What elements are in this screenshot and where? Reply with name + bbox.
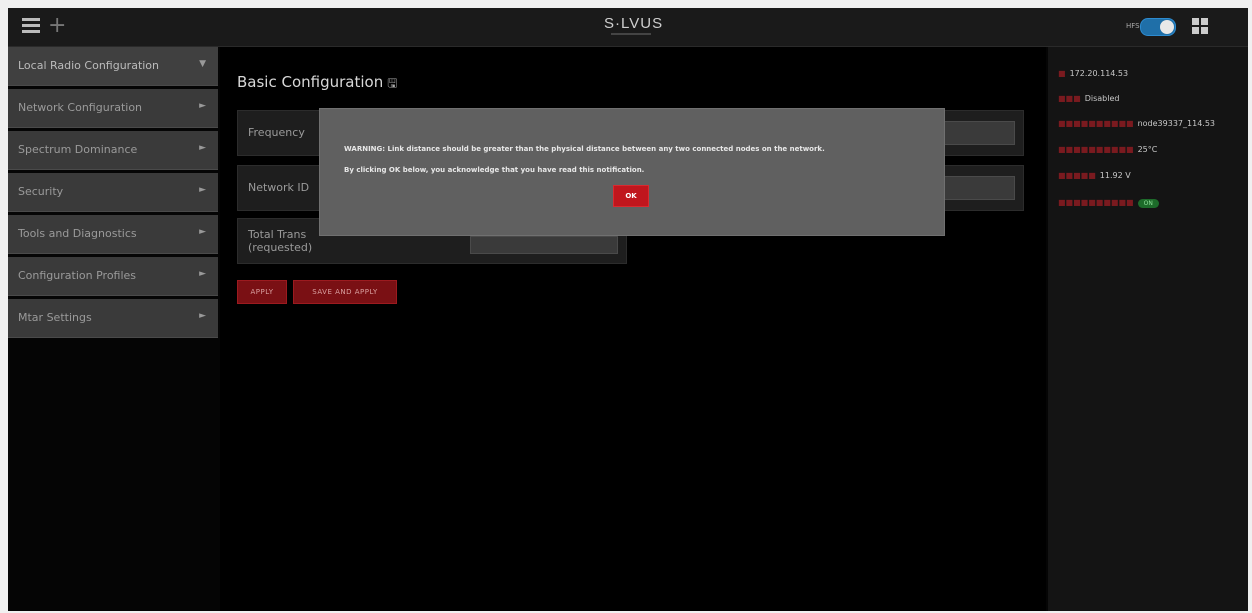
acknowledge-message: By clicking OK below, you acknowledge th… bbox=[344, 166, 645, 174]
app-window: + S·LVUS HFS Local Radio Configuration ▼… bbox=[8, 8, 1248, 611]
warning-dialog: WARNING: Link distance should be greater… bbox=[319, 108, 945, 236]
modal-overlay bbox=[8, 8, 1248, 611]
warning-message: WARNING: Link distance should be greater… bbox=[344, 145, 825, 153]
ok-button[interactable]: OK bbox=[613, 185, 649, 207]
